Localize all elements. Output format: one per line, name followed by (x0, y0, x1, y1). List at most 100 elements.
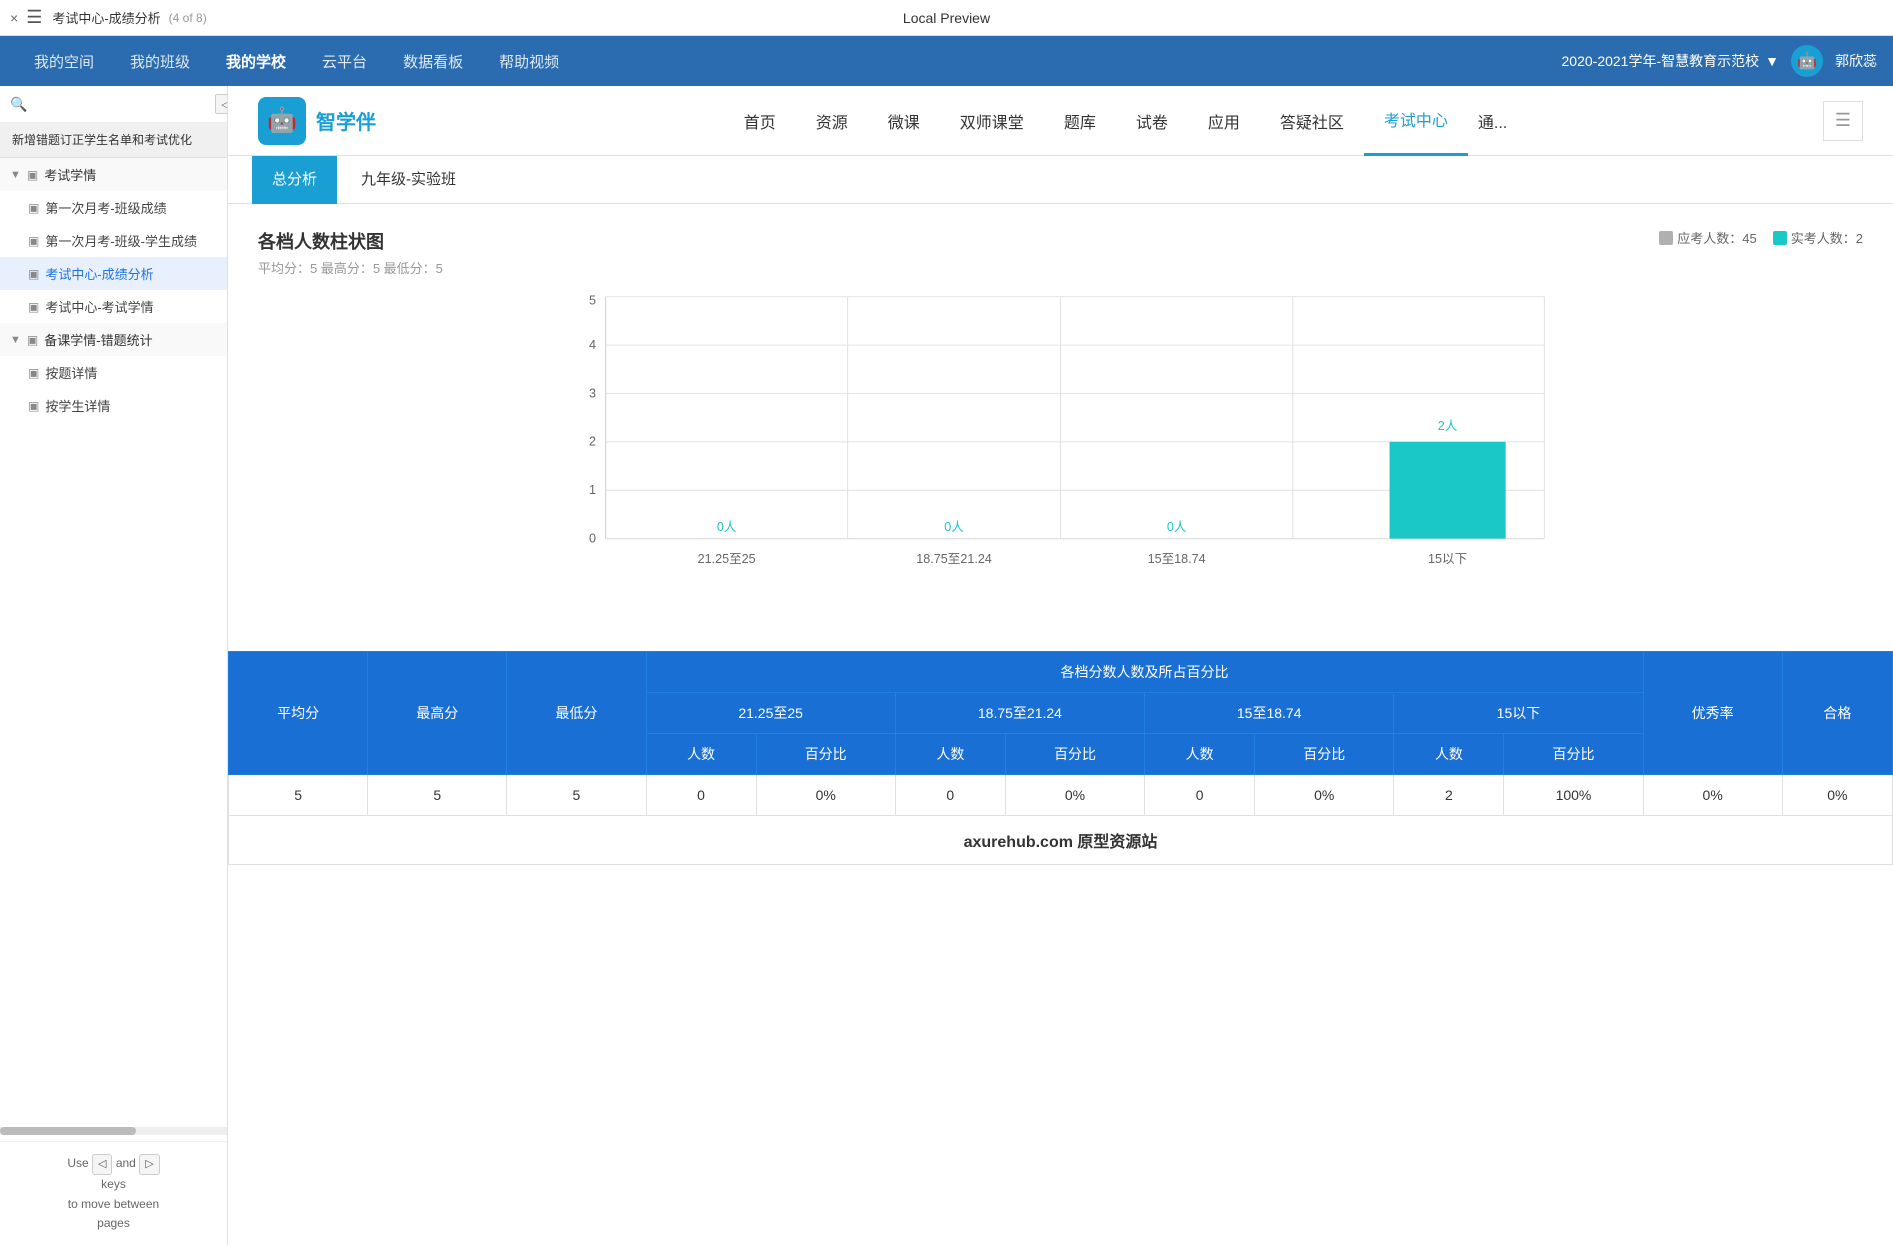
bar-chart-container: 0 1 2 3 4 5 (258, 287, 1863, 627)
brand-nav-resource[interactable]: 资源 (796, 86, 868, 156)
th-range3: 15至18.74 (1145, 693, 1394, 734)
td-pass: 0% (1782, 775, 1892, 816)
hint-pages: pages (97, 1216, 130, 1230)
brand-nav-paper[interactable]: 试卷 (1116, 86, 1188, 156)
tab-grade9-class[interactable]: 九年级-实验班 (341, 156, 476, 204)
nav-item-cloud[interactable]: 云平台 (304, 36, 385, 86)
th-range1: 21.25至25 (646, 693, 895, 734)
avatar[interactable]: 🤖 (1791, 45, 1823, 77)
collapse-arrow-icon: ▼ (10, 334, 21, 346)
sidebar-scrollbar[interactable] (0, 1127, 227, 1135)
sidebar-item-monthly-class[interactable]: ▣ 第一次月考-班级成绩 (0, 191, 227, 224)
th-r3-count: 人数 (1145, 734, 1255, 775)
content-area: 🤖 智学伴 首页 资源 微课 双师课堂 题库 试卷 应用 答疑社区 考试中心 通… (228, 86, 1893, 1245)
search-input[interactable] (33, 97, 209, 112)
search-icon: 🔍 (10, 96, 27, 113)
sidebar-group-header-prep[interactable]: ▼ ▣ 备课学情-错题统计 (0, 323, 227, 356)
panel-toggle-button[interactable]: ☰ (1823, 101, 1863, 141)
hint-move: to move between (68, 1197, 159, 1211)
hint-and: and (116, 1156, 136, 1170)
nav-item-myschool[interactable]: 我的学校 (208, 36, 304, 86)
watermark-row: axurehub.com 原型资源站 (229, 816, 1893, 865)
sidebar-item-label: 考试中心-成绩分析 (45, 264, 153, 283)
sidebar-item-label: 考试中心-考试学情 (45, 297, 153, 316)
brand-nav-home[interactable]: 首页 (724, 86, 796, 156)
chart-section: 各档人数柱状图 平均分：5 最高分：5 最低分：5 应考人数：45 实考人数：2 (228, 204, 1893, 651)
sidebar-item-by-student[interactable]: ▣ 按学生详情 (0, 389, 227, 422)
td-r1-pct: 0% (756, 775, 895, 816)
chart-legend: 应考人数：45 实考人数：2 (1659, 228, 1863, 247)
window-title: 考试中心-成绩分析 (52, 8, 160, 27)
nav-item-help[interactable]: 帮助视频 (481, 36, 577, 86)
tab-total-analysis[interactable]: 总分析 (252, 156, 337, 204)
prev-page-button[interactable]: ◁ (215, 94, 228, 114)
sidebar-nav-arrows: ◁ ▷ (215, 94, 228, 114)
legend-expected-label: 应考人数：45 (1677, 228, 1756, 247)
nav-right: 2020-2021学年-智慧教育示范校 ▼ 🤖 郭欣蕊 (1562, 45, 1877, 77)
sidebar: 🔍 ◁ ▷ 新增错题订正学生名单和考试优化 ▼ ▣ 考试学情 ▣ 第一次月考-班… (0, 86, 228, 1245)
svg-text:0: 0 (589, 531, 596, 545)
page-icon: ▣ (28, 366, 39, 380)
legend-expected-dot (1659, 231, 1673, 245)
nav-item-myspace[interactable]: 我的空间 (16, 36, 112, 86)
chart-header: 各档人数柱状图 平均分：5 最高分：5 最低分：5 应考人数：45 实考人数：2 (258, 228, 1863, 277)
nav-item-dashboard[interactable]: 数据看板 (385, 36, 481, 86)
nav-item-myclass[interactable]: 我的班级 (112, 36, 208, 86)
th-max: 最高分 (368, 652, 507, 775)
th-avg: 平均分 (229, 652, 368, 775)
sidebar-item-exam-analysis[interactable]: ▣ 考试中心-成绩分析 (0, 257, 227, 290)
main-layout: 🔍 ◁ ▷ 新增错题订正学生名单和考试优化 ▼ ▣ 考试学情 ▣ 第一次月考-班… (0, 86, 1893, 1245)
brand-nav-qa[interactable]: 答疑社区 (1260, 86, 1364, 156)
sidebar-item-exam-situation[interactable]: ▣ 考试中心-考试学情 (0, 290, 227, 323)
sidebar-item-monthly-student[interactable]: ▣ 第一次月考-班级-学生成绩 (0, 224, 227, 257)
sidebar-search-bar: 🔍 ◁ ▷ (0, 86, 227, 123)
page-icon: ▣ (28, 399, 39, 413)
td-excellence: 0% (1643, 775, 1782, 816)
sidebar-expand-handle[interactable]: ▶ (227, 646, 228, 686)
brand-nav-dual[interactable]: 双师课堂 (940, 86, 1044, 156)
sidebar-scrollbar-thumb (0, 1127, 136, 1135)
tab-bar: 总分析 九年级-实验班 (228, 156, 1893, 204)
legend-expected: 应考人数：45 (1659, 228, 1756, 247)
brand-nav-app[interactable]: 应用 (1188, 86, 1260, 156)
brand-nav-micro[interactable]: 微课 (868, 86, 940, 156)
sidebar-group-header-exam[interactable]: ▼ ▣ 考试学情 (0, 158, 227, 191)
brand-nav-more[interactable]: 通... (1468, 86, 1517, 156)
th-r2-count: 人数 (895, 734, 1005, 775)
page-icon: ▣ (28, 234, 39, 248)
year-selector[interactable]: 2020-2021学年-智慧教育示范校 ▼ (1562, 51, 1779, 71)
close-icon[interactable]: × (10, 10, 18, 26)
legend-actual-dot (1773, 231, 1787, 245)
brand-logo: 🤖 智学伴 (258, 97, 418, 145)
td-r3-count: 0 (1145, 775, 1255, 816)
logo-text: 智学伴 (316, 106, 376, 135)
legend-actual-label: 实考人数：2 (1791, 228, 1863, 247)
svg-text:15以下: 15以下 (1428, 552, 1467, 566)
th-r3-pct: 百分比 (1255, 734, 1394, 775)
hint-keys: keys (101, 1177, 126, 1191)
brand-header: 🤖 智学伴 首页 资源 微课 双师课堂 题库 试卷 应用 答疑社区 考试中心 通… (228, 86, 1893, 156)
sidebar-item-label: 第一次月考-班级成绩 (45, 198, 166, 217)
user-name: 郭欣蕊 (1835, 51, 1877, 71)
nav-bar: 我的空间 我的班级 我的学校 云平台 数据看板 帮助视频 2020-2021学年… (0, 36, 1893, 86)
brand-nav-exam[interactable]: 考试中心 (1364, 86, 1468, 156)
brand-nav: 首页 资源 微课 双师课堂 题库 试卷 应用 答疑社区 考试中心 通... (458, 86, 1783, 156)
svg-text:15至18.74: 15至18.74 (1148, 552, 1206, 566)
sidebar-item-by-question[interactable]: ▣ 按题详情 (0, 356, 227, 389)
watermark-text: axurehub.com 原型资源站 (229, 816, 1893, 865)
th-excellence: 优秀率 (1643, 652, 1782, 775)
th-r1-pct: 百分比 (756, 734, 895, 775)
td-r4-count: 2 (1394, 775, 1504, 816)
td-r1-count: 0 (646, 775, 756, 816)
th-pass: 合格 (1782, 652, 1892, 775)
chart-title-block: 各档人数柱状图 平均分：5 最高分：5 最低分：5 (258, 228, 443, 277)
th-r4-pct: 百分比 (1504, 734, 1643, 775)
menu-icon: ☰ (26, 7, 42, 28)
td-r3-pct: 0% (1255, 775, 1394, 816)
brand-nav-question[interactable]: 题库 (1044, 86, 1116, 156)
th-range-title: 各档分数人数及所占百分比 (646, 652, 1643, 693)
td-r2-count: 0 (895, 775, 1005, 816)
sidebar-group-prep: ▼ ▣ 备课学情-错题统计 ▣ 按题详情 ▣ 按学生详情 (0, 323, 227, 422)
td-max: 5 (368, 775, 507, 816)
local-preview-label: Local Preview (903, 10, 990, 26)
